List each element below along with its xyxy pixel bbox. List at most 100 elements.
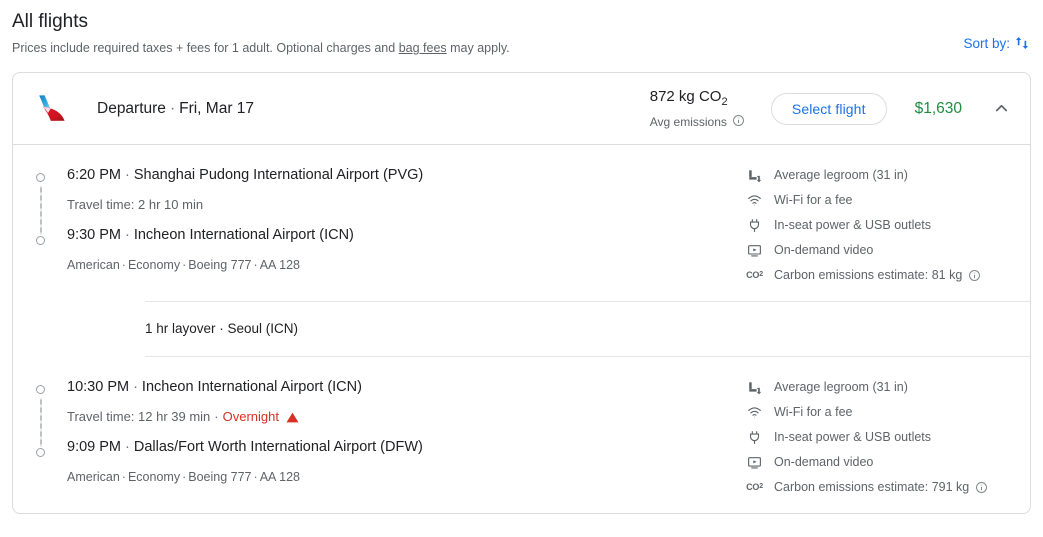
power-plug-icon (746, 430, 763, 445)
segment-departure-row: 6:20 PM · Shanghai Pudong International Ai… (67, 165, 722, 185)
price-disclaimer: Prices include required taxes + fees for… (12, 40, 1031, 56)
legroom-icon (746, 168, 763, 183)
meta-cabin: Economy (127, 258, 181, 272)
timeline-dotted-line (39, 398, 42, 447)
separator: · (214, 409, 219, 424)
amenity-label: Wi-Fi for a fee (774, 405, 853, 419)
meta-airline: American (67, 470, 120, 484)
flight-card: Departure · Fri, Mar 17 872 kg CO2 Avg emi… (12, 72, 1031, 514)
departure-summary: Departure · Fri, Mar 17 (97, 100, 254, 118)
segment-departure-row: 10:30 PM · Incheon International Airport (… (67, 377, 722, 397)
wifi-icon (746, 405, 763, 420)
amenity-legroom: Average legroom (31 in) (746, 379, 1014, 395)
legroom-icon (746, 380, 763, 395)
segment-timeline (33, 170, 55, 283)
separator: · (133, 379, 138, 395)
meta-cabin: Economy (127, 470, 181, 484)
amenity-video: On-demand video (746, 454, 1014, 470)
separator: · (125, 167, 130, 183)
sort-arrows-icon (1013, 34, 1031, 52)
segment-meta: American · Economy · Boeing 777 · AA 128 (67, 469, 722, 485)
amenity-label: On-demand video (774, 455, 874, 469)
warning-triangle-icon (286, 411, 299, 424)
amenity-label: Average legroom (31 in) (774, 168, 908, 182)
info-icon[interactable] (732, 114, 745, 131)
flight-card-header[interactable]: Departure · Fri, Mar 17 872 kg CO2 Avg emi… (13, 73, 1030, 144)
direction-label: Departure (97, 99, 166, 117)
results-header: All flights Prices include required taxe… (12, 0, 1031, 56)
amenity-label: On-demand video (774, 243, 874, 257)
flight-price: $1,630 (914, 99, 962, 117)
arrival-time: 9:30 PM (67, 227, 121, 243)
flight-segment: 6:20 PM · Shanghai Pudong International Ai… (13, 145, 1030, 301)
layover-row: 1 hr layover · Seoul (ICN) (145, 321, 299, 336)
power-plug-icon (746, 218, 763, 233)
segment-meta: American · Economy · Boeing 777 · AA 128 (67, 257, 722, 273)
segment-travel-time-row: Travel time: 12 hr 39 min · Overnight (67, 408, 722, 426)
amenity-label: Average legroom (31 in) (774, 380, 908, 394)
timeline-dotted-line (39, 186, 42, 235)
amenity-video: On-demand video (746, 242, 1014, 258)
arrival-airport: Incheon International Airport (ICN) (133, 227, 354, 243)
emissions-label-row: Avg emissions (650, 114, 745, 131)
segment-arrival-row: 9:30 PM · Incheon International Airport (I… (67, 225, 722, 245)
segment-details: 6:20 PM · Shanghai Pudong International Ai… (67, 165, 722, 283)
separator: · (169, 99, 176, 117)
segment-amenities: Average legroom (31 in) Wi-Fi for a fee (746, 165, 1014, 283)
sort-by-label: Sort by: (963, 35, 1010, 51)
separator: · (121, 470, 126, 484)
amenity-power: In-seat power & USB outlets (746, 217, 1014, 233)
segment-arrival-row: 9:09 PM · Dallas/Fort Worth International … (67, 437, 722, 457)
departure-airport: Shanghai Pudong International Airport (P… (133, 167, 424, 183)
segment-amenities: Average legroom (31 in) Wi-Fi for a fee (746, 377, 1014, 495)
emissions-label: Avg emissions (649, 115, 727, 129)
amenity-power: In-seat power & USB outlets (746, 429, 1014, 445)
departure-date: Fri, Mar 17 (179, 99, 255, 117)
timeline-end-dot (36, 448, 45, 457)
amenity-legroom: Average legroom (31 in) (746, 167, 1014, 183)
emissions-summary: 872 kg CO2 Avg emissions (650, 87, 745, 131)
amenity-label: Carbon emissions estimate: 791 kg (774, 480, 970, 494)
travel-time: Travel time: 12 hr 39 min (67, 409, 211, 424)
timeline-start-dot (36, 173, 45, 182)
amenity-wifi: Wi-Fi for a fee (746, 192, 1014, 208)
departure-airport: Incheon International Airport (ICN) (141, 379, 362, 395)
timeline-end-dot (36, 236, 45, 245)
separator: · (253, 258, 258, 272)
meta-airline: American (67, 258, 120, 272)
select-flight-button[interactable]: Select flight (770, 92, 887, 125)
info-icon[interactable] (968, 269, 981, 282)
timeline-start-dot (36, 385, 45, 394)
meta-aircraft: Boeing 777 (188, 470, 252, 484)
separator: · (121, 258, 126, 272)
segment-timeline (33, 382, 55, 495)
sort-by-control[interactable]: Sort by: (963, 34, 1031, 52)
arrival-airport: Dallas/Fort Worth International Airport … (133, 439, 423, 455)
amenity-label: Wi-Fi for a fee (774, 193, 853, 207)
meta-aircraft: Boeing 777 (188, 258, 252, 272)
overnight-label: Overnight (222, 409, 280, 424)
amenity-wifi: Wi-Fi for a fee (746, 404, 1014, 420)
amenity-label: In-seat power & USB outlets (774, 430, 932, 444)
flight-segment: 10:30 PM · Incheon International Airport (… (13, 357, 1030, 513)
on-demand-video-icon (746, 243, 763, 258)
segment-details: 10:30 PM · Incheon International Airport (… (67, 377, 722, 495)
chevron-up-icon[interactable] (988, 96, 1014, 122)
disclaimer-text-after: may apply. (446, 41, 510, 55)
emissions-subscript: 2 (721, 95, 728, 108)
meta-flight-number: AA 128 (259, 470, 301, 484)
page-title: All flights (12, 11, 89, 32)
amenity-carbon-emissions: CO 2 Carbon emissions estimate: 81 kg (746, 267, 1014, 283)
co2-icon: CO 2 (746, 482, 763, 492)
departure-time: 6:20 PM (67, 167, 121, 183)
american-airlines-logo (33, 92, 69, 126)
amenity-label: In-seat power & USB outlets (774, 218, 932, 232)
emissions-value: 872 kg CO2 (650, 87, 745, 112)
co2-icon: CO 2 (746, 270, 763, 280)
emissions-amount: 872 kg CO (649, 87, 722, 105)
disclaimer-text-before: Prices include required taxes + fees for… (12, 41, 399, 55)
travel-time: Travel time: 2 hr 10 min (67, 197, 204, 212)
info-icon[interactable] (975, 481, 988, 494)
bag-fees-link[interactable]: bag fees (399, 41, 447, 55)
amenity-label: Carbon emissions estimate: 81 kg (774, 268, 963, 282)
